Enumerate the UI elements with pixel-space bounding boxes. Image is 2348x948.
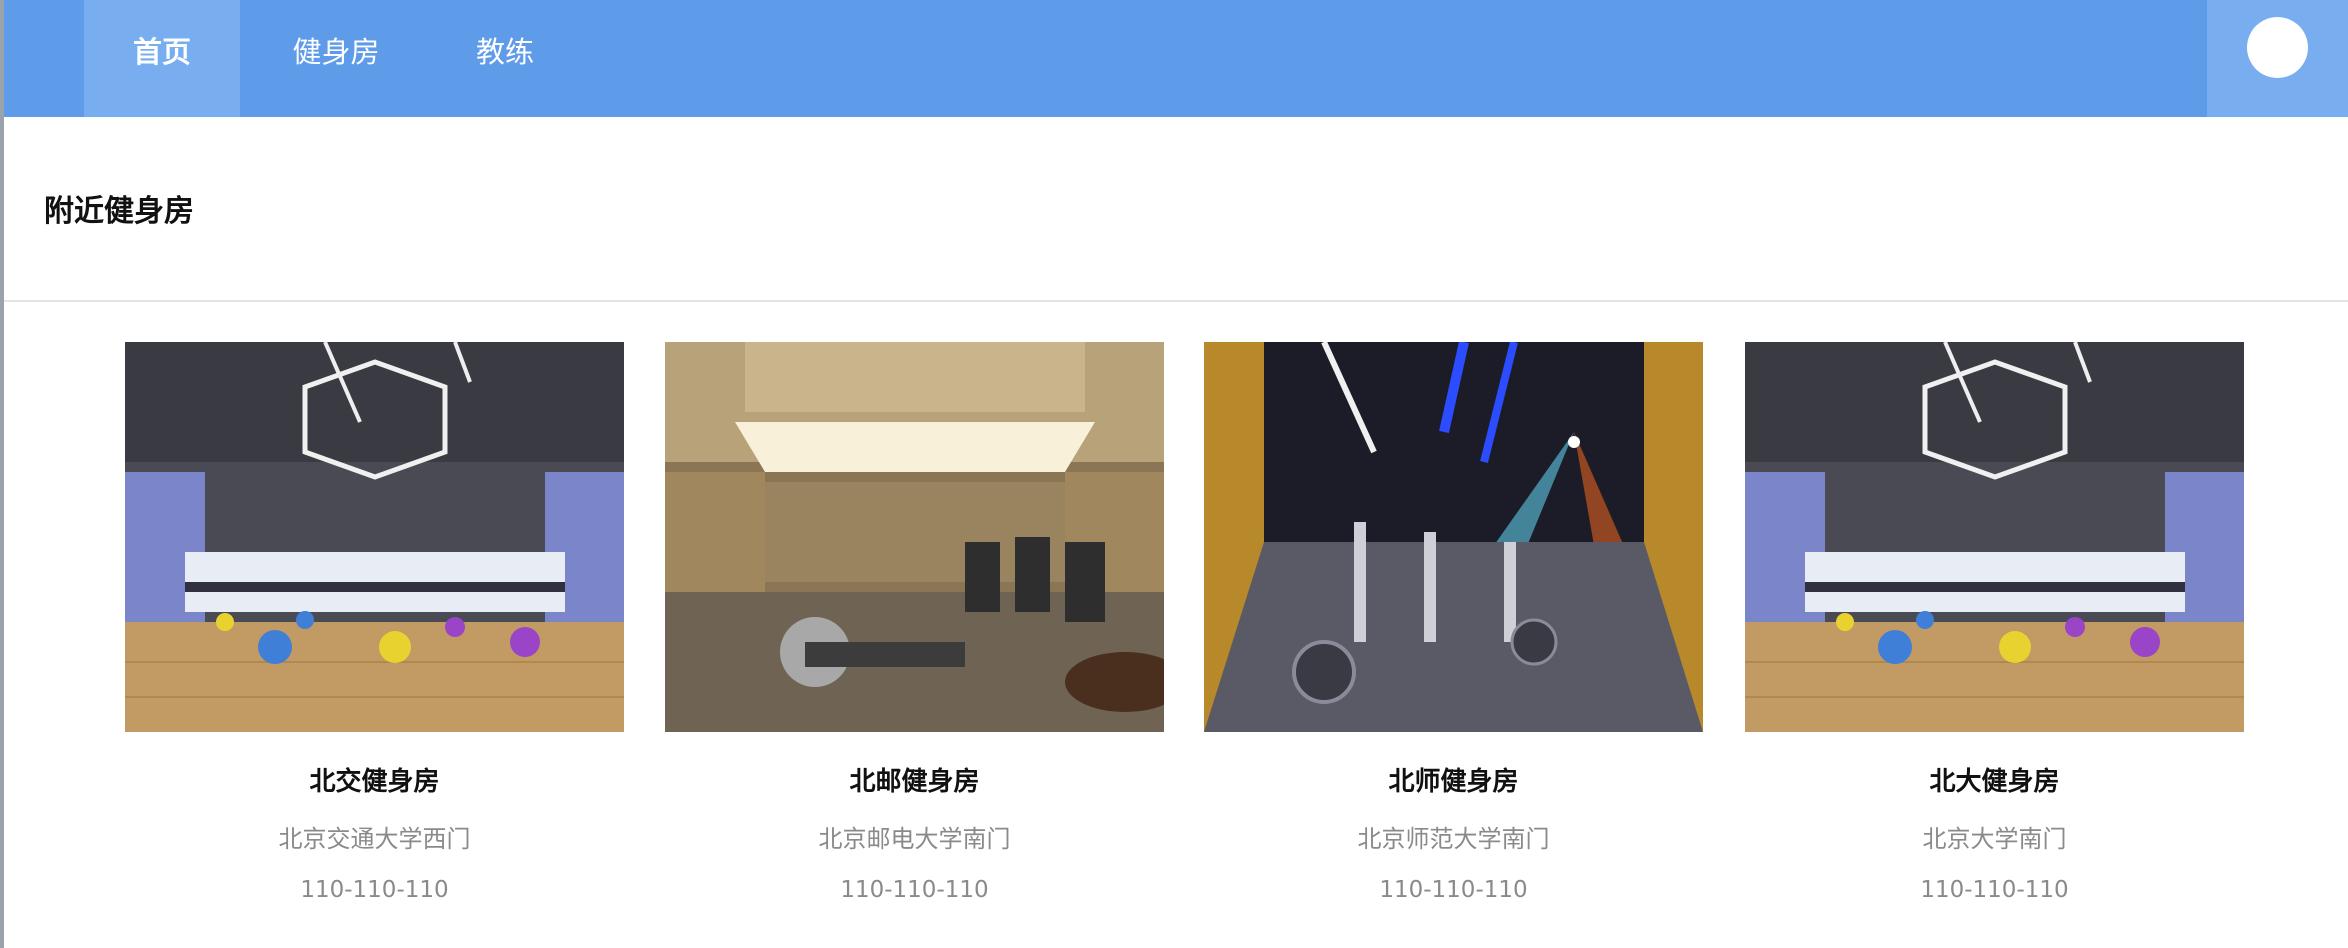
gym-phone: 110-110-110 (1379, 877, 1528, 903)
gym-name[interactable]: 北交健身房 (125, 761, 624, 797)
nav-item-home[interactable]: 首页 (84, 0, 240, 117)
gym-address: 北京师范大学南门 (1357, 825, 1550, 853)
gym-photo[interactable] (665, 342, 1164, 732)
gym-card[interactable]: 北交健身房 北京交通大学西门 110-110-110 (125, 342, 624, 911)
gym-phone: 110-110-110 (1920, 877, 2069, 903)
gym-photo[interactable] (125, 342, 624, 732)
avatar[interactable] (2247, 17, 2308, 78)
gym-card[interactable]: 北邮健身房 北京邮电大学南门 110-110-110 (665, 342, 1164, 911)
gym-name[interactable]: 北大健身房 (1745, 761, 2244, 797)
section-title: 附近健身房 (44, 194, 194, 229)
gym-address: 北京邮电大学南门 (818, 825, 1011, 853)
gym-card[interactable]: 北大健身房 北京大学南门 110-110-110 (1745, 342, 2244, 911)
divider (4, 300, 2348, 302)
gym-photo[interactable] (1204, 342, 1703, 732)
gym-phone: 110-110-110 (300, 877, 449, 903)
top-navbar: 首页 健身房 教练 (4, 0, 2348, 117)
nav-item-gyms[interactable]: 健身房 (266, 0, 406, 117)
gym-address: 北京交通大学西门 (278, 825, 471, 853)
window-left-edge (0, 0, 4, 948)
gym-card[interactable]: 北师健身房 北京师范大学南门 110-110-110 (1204, 342, 1703, 911)
gym-phone: 110-110-110 (840, 877, 989, 903)
gym-name[interactable]: 北师健身房 (1204, 761, 1703, 797)
gym-name[interactable]: 北邮健身房 (665, 761, 1164, 797)
nav-item-coaches[interactable]: 教练 (444, 0, 566, 117)
user-menu[interactable] (2207, 0, 2348, 117)
gym-address: 北京大学南门 (1922, 825, 2067, 853)
gym-photo[interactable] (1745, 342, 2244, 732)
